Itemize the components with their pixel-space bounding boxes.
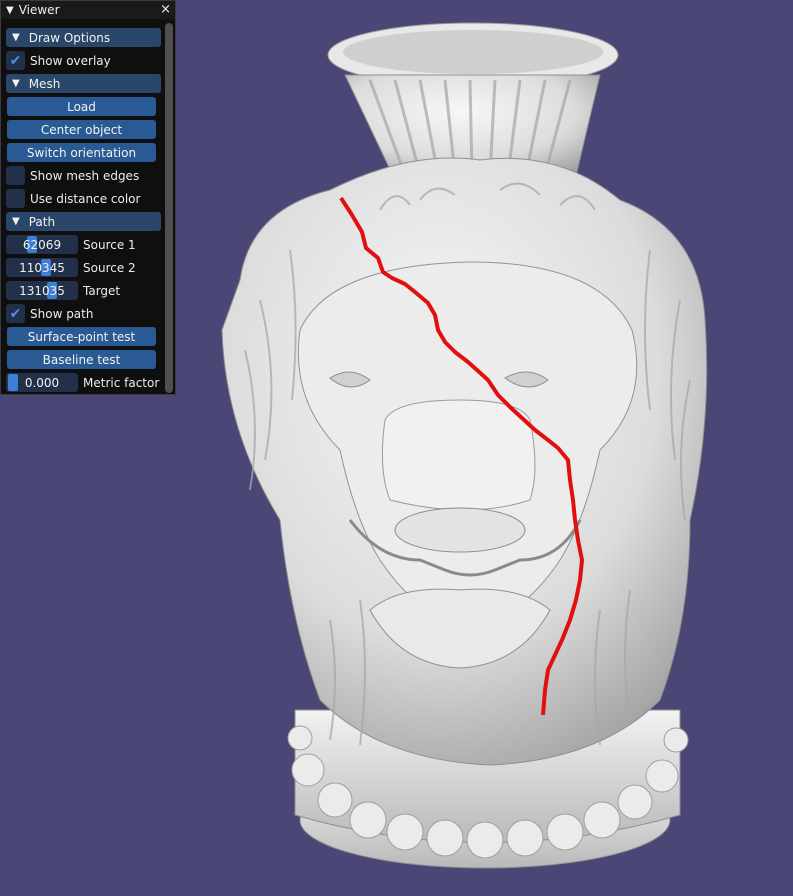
checkbox-box[interactable]: [6, 166, 25, 185]
target-slider[interactable]: 131035: [6, 281, 78, 300]
header-mesh[interactable]: ▼ Mesh: [6, 74, 161, 93]
lion-mesh: [221, 22, 708, 869]
target-field[interactable]: 131035 Target: [6, 281, 161, 300]
source2-slider[interactable]: 110345: [6, 258, 78, 277]
panel-title: Viewer: [18, 3, 60, 17]
triangle-down-icon: ▼: [12, 32, 20, 43]
center-object-button[interactable]: Center object: [7, 120, 156, 139]
checkbox-show-overlay[interactable]: ✔ Show overlay: [6, 51, 161, 70]
surface-point-test-button[interactable]: Surface-point test: [7, 327, 156, 346]
switch-orientation-button[interactable]: Switch orientation: [7, 143, 156, 162]
header-draw-options[interactable]: ▼ Draw Options: [6, 28, 161, 47]
source1-field[interactable]: 62069 Source 1: [6, 235, 161, 254]
source2-field[interactable]: 110345 Source 2: [6, 258, 161, 277]
header-path[interactable]: ▼ Path: [6, 212, 161, 231]
triangle-down-icon: ▼: [12, 216, 20, 227]
checkbox-use-distance-color[interactable]: Use distance color: [6, 189, 161, 208]
checkmark-icon[interactable]: ✔: [6, 304, 25, 323]
metric-factor-slider[interactable]: 0.000: [6, 373, 78, 392]
source1-slider[interactable]: 62069: [6, 235, 78, 254]
load-button[interactable]: Load: [7, 97, 156, 116]
triangle-down-icon: ▼: [12, 78, 20, 89]
baseline-test-button[interactable]: Baseline test: [7, 350, 156, 369]
checkbox-show-path[interactable]: ✔ Show path: [6, 304, 161, 323]
checkbox-box[interactable]: [6, 189, 25, 208]
metric-factor-field[interactable]: 0.000 Metric factor: [6, 373, 161, 392]
checkmark-icon[interactable]: ✔: [6, 51, 25, 70]
scrollbar-thumb[interactable]: [165, 23, 173, 393]
collapse-triangle-icon[interactable]: ▼: [6, 5, 14, 16]
close-icon[interactable]: ×: [160, 2, 171, 17]
checkbox-show-mesh-edges[interactable]: Show mesh edges: [6, 166, 161, 185]
viewer-panel[interactable]: ▼ Viewer × ▼ Draw Options ✔ Show overlay…: [0, 0, 176, 395]
panel-titlebar[interactable]: ▼ Viewer ×: [1, 1, 175, 19]
panel-scrollbar[interactable]: [165, 23, 173, 393]
slider-grab[interactable]: [8, 374, 18, 391]
